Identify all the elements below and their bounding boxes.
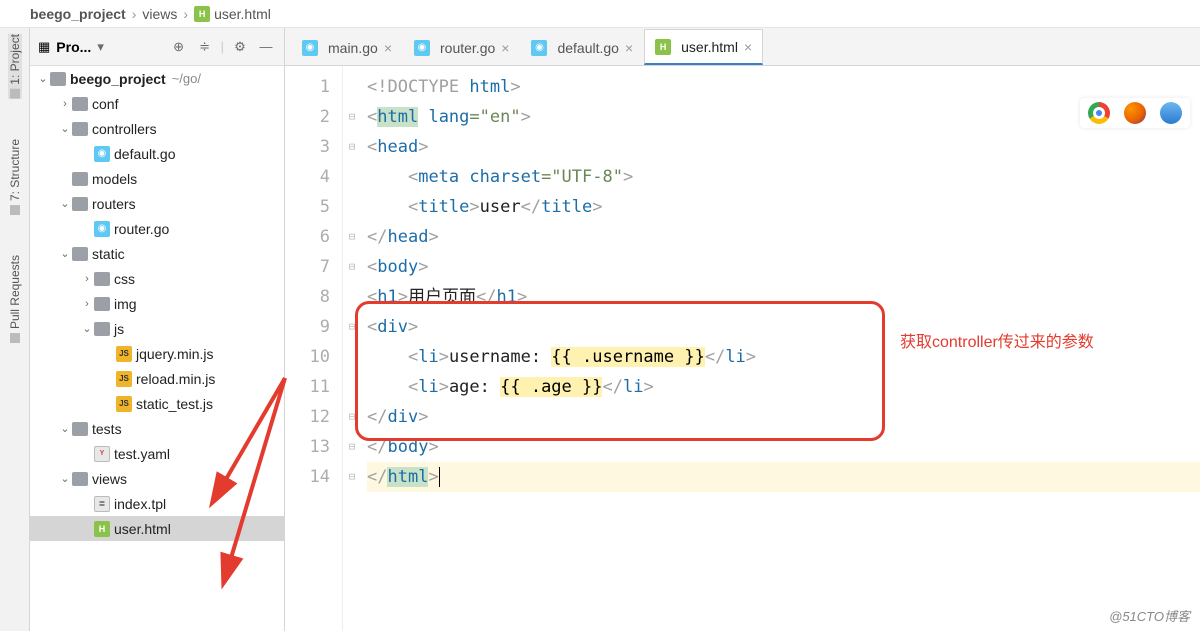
close-icon[interactable]: × (625, 40, 633, 56)
firefox-icon[interactable] (1124, 102, 1146, 124)
editor-tab[interactable]: Huser.html× (644, 29, 763, 65)
panel-title: Pro... (56, 39, 91, 55)
folder-icon (72, 97, 88, 111)
js-file-icon: JS (116, 371, 132, 387)
tree-item[interactable]: ›css (30, 266, 284, 291)
close-icon[interactable]: × (384, 40, 392, 56)
tree-root[interactable]: ⌄ beego_project~/go/ (30, 66, 284, 91)
project-panel-header: ▦ Pro... ▾ ⊕ ≑ | ⚙ — (30, 28, 284, 66)
js-file-icon: JS (116, 396, 132, 412)
html-file-icon: H (655, 39, 671, 55)
tree-item[interactable]: ⌄tests (30, 416, 284, 441)
gear-icon[interactable]: ⚙ (230, 37, 250, 57)
breadcrumb: beego_project › views › H user.html (0, 0, 1200, 28)
dropdown-icon[interactable]: ▾ (97, 39, 104, 55)
html-file-icon: H (194, 6, 210, 22)
folder-icon (72, 247, 88, 261)
chevron-right-icon: › (132, 6, 137, 22)
tree-item[interactable]: ⌄controllers (30, 116, 284, 141)
js-file-icon: JS (116, 346, 132, 362)
tree-item[interactable]: JSjquery.min.js (30, 341, 284, 366)
browser-preview-icons (1080, 98, 1190, 128)
tree-item[interactable]: ⌄routers (30, 191, 284, 216)
yaml-file-icon: Y (94, 446, 110, 462)
folder-icon (72, 472, 88, 486)
hide-icon[interactable]: — (256, 37, 276, 57)
folder-icon (72, 197, 88, 211)
folder-icon (72, 422, 88, 436)
close-icon[interactable]: × (501, 40, 509, 56)
tree-item[interactable]: ›img (30, 291, 284, 316)
tree-item[interactable]: Ytest.yaml (30, 441, 284, 466)
collapse-icon[interactable]: ≑ (195, 37, 215, 57)
project-panel: ▦ Pro... ▾ ⊕ ≑ | ⚙ — ⌄ beego_project~/go… (30, 28, 285, 631)
go-file-icon: ◉ (94, 221, 110, 237)
folder-icon (94, 272, 110, 286)
safari-icon[interactable] (1160, 102, 1182, 124)
folder-icon (94, 297, 110, 311)
go-file-icon: ◉ (531, 40, 547, 56)
watermark: @51CTO博客 (1109, 606, 1190, 625)
tree-item[interactable]: ⌄static (30, 241, 284, 266)
html-file-icon: H (94, 521, 110, 537)
go-file-icon: ◉ (414, 40, 430, 56)
chevron-right-icon: › (183, 6, 188, 22)
editor-tabs: ◉main.go×◉router.go×◉default.go×Huser.ht… (285, 28, 1200, 66)
folder-icon (50, 72, 66, 86)
target-icon[interactable]: ⊕ (169, 37, 189, 57)
tree-item[interactable]: models (30, 166, 284, 191)
tree-item[interactable]: ◉router.go (30, 216, 284, 241)
tree-item[interactable]: JSstatic_test.js (30, 391, 284, 416)
line-gutter: 1234567891011121314 (285, 66, 343, 631)
sidebar-tab-project[interactable]: 1: Project (8, 34, 22, 99)
fold-strip: ⊟⊟⊟⊟⊟⊟⊟⊟ (343, 66, 361, 631)
tree-item[interactable]: ◉default.go (30, 141, 284, 166)
tree-item[interactable]: ⌄js (30, 316, 284, 341)
project-tree[interactable]: ⌄ beego_project~/go/ ›conf⌄controllers◉d… (30, 66, 284, 631)
close-icon[interactable]: × (744, 39, 752, 55)
editor-tab[interactable]: ◉router.go× (403, 29, 520, 65)
tpl-file-icon: ≣ (94, 496, 110, 512)
go-file-icon: ◉ (302, 40, 318, 56)
left-tool-strip: 1: Project 7: Structure Pull Requests (0, 28, 30, 631)
project-icon: ▦ (38, 39, 50, 55)
editor-tab[interactable]: ◉default.go× (520, 29, 644, 65)
tree-item[interactable]: JSreload.min.js (30, 366, 284, 391)
sidebar-tab-structure[interactable]: 7: Structure (8, 139, 22, 215)
go-file-icon: ◉ (94, 146, 110, 162)
editor-tab[interactable]: ◉main.go× (291, 29, 403, 65)
tree-item[interactable]: ⌄views (30, 466, 284, 491)
tree-item[interactable]: ≣index.tpl (30, 491, 284, 516)
folder-icon (72, 122, 88, 136)
tree-item[interactable]: ›conf (30, 91, 284, 116)
tree-item[interactable]: Huser.html (30, 516, 284, 541)
editor-area: ◉main.go×◉router.go×◉default.go×Huser.ht… (285, 28, 1200, 631)
sidebar-tab-pull-requests[interactable]: Pull Requests (8, 255, 22, 343)
folder-icon (72, 172, 88, 186)
folder-icon (94, 322, 110, 336)
annotation-text: 获取controller传过来的参数 (900, 328, 1094, 352)
chrome-icon[interactable] (1088, 102, 1110, 124)
